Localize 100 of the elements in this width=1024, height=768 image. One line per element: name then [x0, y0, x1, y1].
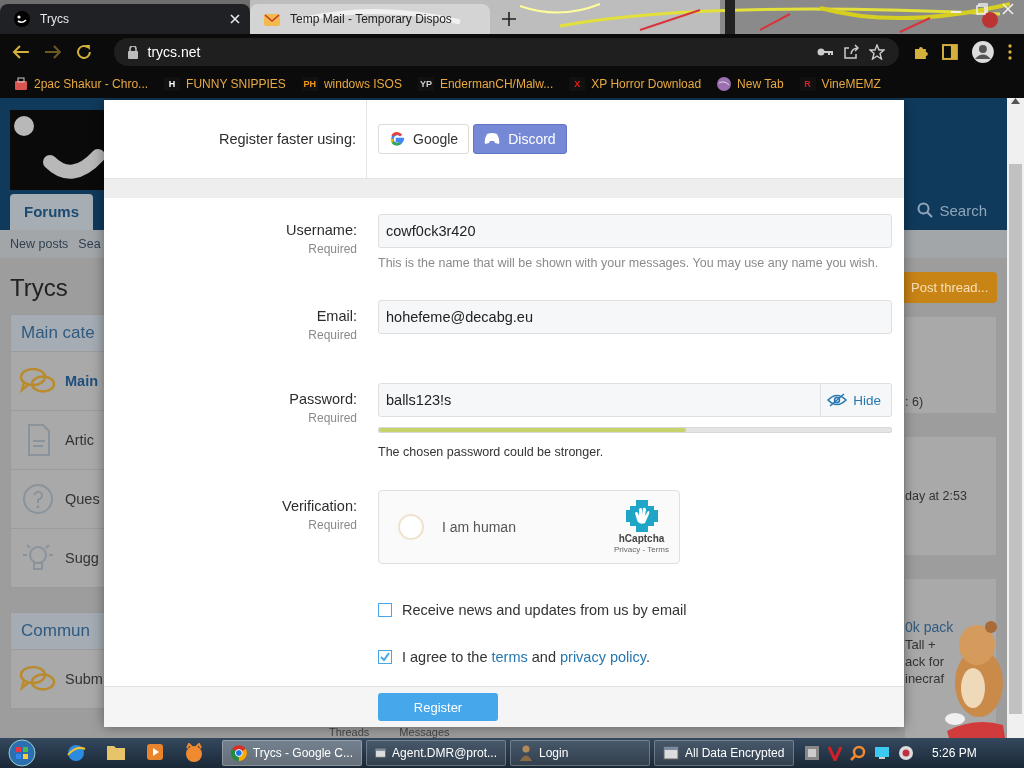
globe-icon [717, 77, 732, 91]
subnav-link[interactable]: New posts [10, 237, 69, 251]
bookmark-logo: YP [417, 77, 434, 91]
folder-icon[interactable] [106, 743, 126, 761]
field-label: Register faster using: [219, 131, 356, 147]
stat-label: Threads [329, 727, 370, 738]
tray-app-icon[interactable] [828, 745, 842, 761]
captcha-links[interactable]: Privacy - Terms [614, 545, 669, 554]
forum-link[interactable]: Sugg [65, 550, 99, 566]
speaker-icon[interactable] [898, 745, 914, 761]
avatar-icon[interactable] [972, 41, 995, 63]
key-icon[interactable] [816, 47, 833, 57]
play-icon[interactable] [146, 743, 164, 761]
magnifier-icon[interactable] [850, 745, 866, 761]
puzzle-icon[interactable] [912, 44, 929, 60]
google-button[interactable]: Google [378, 124, 470, 154]
bookmark-logo: PH [301, 77, 318, 91]
sidebar-icon[interactable] [942, 44, 959, 60]
text-field[interactable]: cowf0ck3r420 [378, 214, 892, 248]
new-tab-icon[interactable] [502, 12, 516, 26]
checkbox-label: I agree to the terms and privacy policy. [402, 649, 650, 665]
search-link[interactable]: Search [917, 201, 987, 219]
checkbox[interactable] [378, 603, 392, 617]
field-label: Verification: [282, 498, 357, 514]
forward-icon[interactable] [43, 44, 62, 60]
card-text: day at 2:53 [905, 489, 968, 503]
window-icon [375, 746, 387, 760]
bookmark[interactable]: R VineMEMZ [799, 77, 881, 91]
taskbar-button[interactable]: Login [510, 740, 650, 766]
subnav-link[interactable]: Sea [78, 237, 101, 251]
forum-link[interactable]: Main [65, 373, 99, 389]
address-bar[interactable]: trycs.net [113, 38, 899, 66]
restore-icon[interactable] [976, 3, 988, 15]
display-icon[interactable] [874, 746, 890, 760]
forum-link[interactable]: Ques [65, 491, 100, 507]
card-text: : 6) [905, 395, 925, 409]
scrollbar-thumb[interactable] [1009, 164, 1022, 714]
required-note: Required [308, 518, 357, 532]
network-icon[interactable] [804, 745, 820, 761]
bookmark[interactable]: PH windows ISOS [301, 77, 402, 91]
speech-bubbles-icon [19, 664, 57, 694]
gamepad-icon [484, 133, 501, 145]
bookmark[interactable]: H FUNNY SNIPPIES [164, 77, 286, 91]
checkbox[interactable] [378, 650, 392, 664]
forum-link[interactable]: Subm [65, 671, 103, 687]
close-icon[interactable] [230, 14, 240, 24]
card-text: 0k pack [905, 619, 955, 635]
figure-icon [519, 745, 533, 761]
taskbar-button[interactable]: All Data Encrypted [654, 740, 794, 766]
hand-logo-icon [625, 500, 658, 532]
card-text: inecraf [905, 671, 946, 686]
page-title: Trycs [10, 274, 69, 302]
star-icon[interactable] [868, 44, 885, 60]
share-icon[interactable] [842, 44, 859, 60]
bookmark[interactable]: YP EndermanCH/Malw... [417, 77, 554, 91]
eye-slash-icon [827, 393, 848, 407]
link[interactable]: privacy policy [560, 649, 646, 665]
clock: 5:26 PM [932, 746, 977, 760]
lock-icon [127, 45, 138, 59]
bookmark-logo: X [569, 77, 586, 91]
taskbar-button[interactable]: Trycs - Google C... [222, 740, 362, 766]
field-label: Username: [286, 222, 357, 238]
g-logo-icon [389, 131, 405, 147]
reload-icon[interactable] [75, 44, 92, 60]
strength-message: The chosen password could be stronger. [378, 445, 605, 459]
site-logo-icon [10, 110, 104, 190]
bookmark[interactable]: 2pac Shakur - Chro... [14, 77, 149, 91]
required-note: Required [308, 328, 357, 342]
hide-button[interactable]: Hide [821, 383, 892, 417]
captcha-label: I am human [442, 519, 517, 535]
back-icon[interactable] [12, 44, 30, 60]
window-icon [663, 746, 679, 760]
menu-icon[interactable] [1008, 44, 1013, 60]
taskbar-button[interactable]: Agent.DMR@prot... [366, 740, 506, 766]
cat-icon[interactable] [184, 743, 204, 763]
globe-icon[interactable] [66, 743, 86, 763]
block-heading: Main cate [11, 315, 104, 351]
required-note: Required [308, 411, 357, 425]
link[interactable]: terms [491, 649, 528, 665]
browser-tab[interactable]: Temp Mail - Temporary Dispos [250, 4, 490, 34]
field-label: Password: [289, 391, 357, 407]
browser-icon [231, 745, 247, 761]
browser-tab[interactable]: Trycs [0, 4, 250, 34]
required-note: Required [308, 242, 357, 256]
bookmark[interactable]: New Tab [717, 77, 784, 91]
envelope-icon [264, 12, 280, 26]
field-hint: This is the name that will be shown with your messages. You may use any name you wish. [378, 256, 880, 270]
bag-icon [14, 77, 28, 91]
forum-link[interactable]: Artic [65, 432, 94, 448]
speech-bubbles-icon [19, 366, 57, 396]
captcha-brand: hCaptcha [618, 533, 665, 544]
card-text: Tall + [905, 637, 937, 652]
captcha-checkbox[interactable] [398, 514, 424, 540]
bookmark-logo: H [164, 77, 181, 91]
checkbox-label: Receive news and updates from us by email [402, 602, 687, 618]
nav-tab[interactable]: Forums [10, 194, 93, 230]
password-field[interactable]: balls123!s [378, 383, 822, 417]
bookmark-logo: R [799, 77, 816, 91]
bookmark[interactable]: X XP Horror Download [569, 77, 702, 91]
text-field[interactable]: hohefeme@decabg.eu [378, 300, 892, 334]
